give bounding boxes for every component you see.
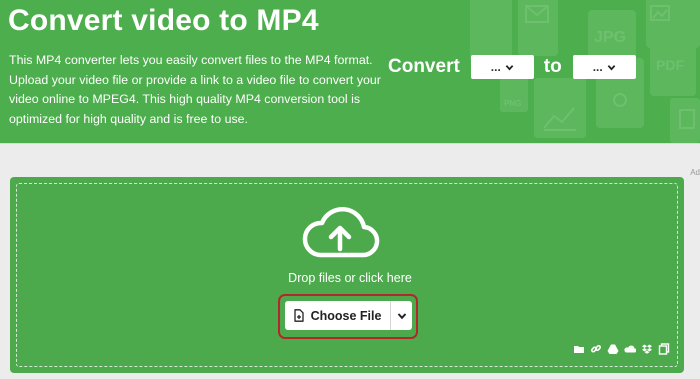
- chevron-down-icon: [607, 64, 616, 70]
- choose-file-button[interactable]: Choose File: [285, 301, 390, 330]
- folder-icon[interactable]: [573, 343, 585, 355]
- source-format-select[interactable]: ...: [470, 55, 534, 79]
- to-label: to: [543, 56, 562, 77]
- upload-source-icons: [573, 343, 670, 355]
- png-file-label: PNG: [504, 99, 521, 108]
- target-format-select[interactable]: ...: [572, 55, 636, 79]
- jpg-file-label: JPG: [594, 29, 626, 46]
- target-format-value: ...: [592, 60, 603, 74]
- dropbox-icon[interactable]: [641, 343, 653, 355]
- converter-header: JPG PDF PNG Convert video to MP4 This MP…: [0, 0, 700, 143]
- clipboard-icon[interactable]: [658, 343, 670, 355]
- page-description: This MP4 converter lets you easily conve…: [9, 53, 381, 126]
- choose-file-highlight: Choose File: [278, 294, 418, 339]
- page-title: Convert video to MP4: [8, 4, 319, 37]
- format-selector-row: Convert ... to ...: [388, 54, 636, 80]
- choose-file-button-group: Choose File: [285, 301, 412, 330]
- convert-label: Convert: [388, 56, 460, 77]
- chevron-down-icon: [505, 64, 514, 70]
- file-add-icon: [293, 309, 304, 322]
- chevron-down-icon: [397, 312, 406, 319]
- google-drive-icon[interactable]: [607, 343, 619, 355]
- ad-marker: Ad: [690, 168, 700, 177]
- source-format-value: ...: [490, 60, 501, 74]
- drop-files-hint: Drop files or click here: [288, 271, 412, 285]
- choose-file-label: Choose File: [310, 308, 382, 323]
- pdf-file-label: PDF: [656, 57, 684, 73]
- onedrive-icon[interactable]: [624, 343, 636, 355]
- header-divider: [0, 143, 700, 144]
- link-icon[interactable]: [590, 343, 602, 355]
- upload-source-dropdown[interactable]: [390, 301, 412, 330]
- cloud-upload-icon: [302, 206, 380, 258]
